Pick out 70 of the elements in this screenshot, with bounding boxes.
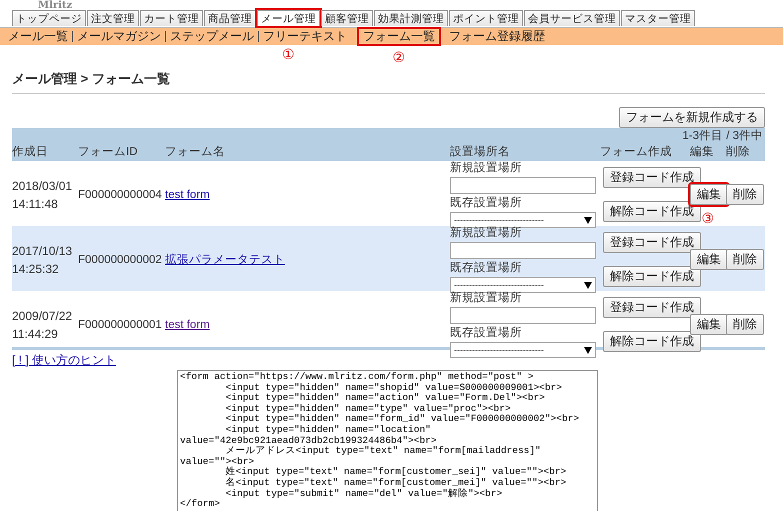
cancel-code-button[interactable]: 解除コード作成 xyxy=(603,201,701,222)
dropdown-arrow-icon xyxy=(584,346,592,354)
nav-tab[interactable]: 会員サービス管理 xyxy=(524,10,620,26)
column-header: フォーム名 xyxy=(165,144,226,159)
delete-button[interactable]: 削除 xyxy=(726,184,764,205)
nav-tab[interactable]: カート管理 xyxy=(140,10,203,26)
edit-button[interactable]: 編集 xyxy=(690,184,728,205)
date-cell-text: 2018/03/01 xyxy=(12,178,74,194)
column-header: 作成日 xyxy=(12,144,49,159)
field-label: 既存設置場所 xyxy=(450,261,523,275)
subnav-link[interactable]: メールマガジン xyxy=(73,29,165,44)
field-label: 既存設置場所 xyxy=(450,196,523,210)
location-dropdown[interactable]: ------------------------------ xyxy=(450,342,596,358)
code-field[interactable]: <form action="https://www.mlritz.com/form.php" method="post" > <input type="hidden" name="shopid" value=S000000009001><br> <input type="hidden" name="action" value="Form.Del"><br> <input type="hidden" name="type" value="proc"><br> <input type="hidden" name="form_id" value="F000000000002"><br> <input type="hidden" name="location" value="42e9bc921aead073db2cb199324486b4"><br> メールアドレス<input type="text" name="form[mailaddress]" value=""><br> 姓<input type="text" name="form[customer_sei]" value=""><br> 名<input type="text" name="form[customer_mei]" value=""><br> <input type="submit" name="del" value="解除"><br> </form> xyxy=(177,370,598,511)
dropdown-arrow-icon xyxy=(584,216,592,224)
delete-button[interactable]: 削除 xyxy=(726,314,764,335)
location-dropdown[interactable]: ------------------------------ xyxy=(450,212,596,228)
register-code-button[interactable]: 登録コード作成 xyxy=(603,232,701,253)
time-cell-text: 11:44:29 xyxy=(12,326,59,342)
annotation-number: ① xyxy=(282,46,295,62)
register-code-button[interactable]: 登録コード作成 xyxy=(603,297,701,318)
form-id-cell-text: F000000000002 xyxy=(78,254,163,266)
field-label: 既存設置場所 xyxy=(450,326,523,340)
form-name-link[interactable]: test form xyxy=(165,318,210,330)
time-cell-text: 14:11:48 xyxy=(12,196,59,212)
column-header: 設置場所名 xyxy=(450,144,511,159)
subnav-link[interactable]: メール一覧 xyxy=(4,29,72,44)
nav-tab[interactable]: メール管理 xyxy=(257,10,320,26)
date-cell-text: 2017/10/13 xyxy=(12,242,74,260)
column-header: フォーム作成 xyxy=(600,144,673,159)
field-label: 新規設置場所 xyxy=(450,161,523,175)
form-id-cell-text: F000000000001 xyxy=(78,318,163,330)
location-dropdown[interactable]: ------------------------------ xyxy=(450,277,596,293)
subnav-link[interactable]: フォーム一覧 xyxy=(359,29,439,44)
nav-tab[interactable]: 顧客管理 xyxy=(321,10,373,26)
form-name-link[interactable]: 拡張パラメータテスト xyxy=(165,254,285,266)
register-code-button[interactable]: 登録コード作成 xyxy=(603,167,701,188)
subnav-link[interactable]: フォーム登録履歴 xyxy=(445,29,549,44)
page-title: メール管理 > フォーム一覧 xyxy=(12,62,765,94)
annotation-number: ③ xyxy=(702,210,714,226)
cancel-code-button[interactable]: 解除コード作成 xyxy=(603,266,701,287)
location-name-field[interactable] xyxy=(450,307,596,324)
create-form-button[interactable]: フォームを新規作成する xyxy=(619,107,765,128)
nav-tab[interactable]: マスター管理 xyxy=(621,10,695,26)
logo: Mlritz xyxy=(38,0,74,10)
subnav-link[interactable]: ステップメール xyxy=(166,29,258,44)
subnav-link[interactable]: フリーテキスト xyxy=(259,29,351,44)
nav-tab[interactable]: トップページ xyxy=(12,10,86,26)
nav-tab[interactable]: 効果計測管理 xyxy=(374,10,448,26)
field-label: 新規設置場所 xyxy=(450,226,523,240)
edit-button[interactable]: 編集 xyxy=(690,314,728,335)
delete-button[interactable]: 削除 xyxy=(726,249,764,270)
date-cell-text: 2009/07/22 xyxy=(12,308,74,324)
dropdown-arrow-icon xyxy=(584,282,592,288)
location-name-field[interactable] xyxy=(450,177,596,194)
column-header: 編集 xyxy=(690,144,715,159)
result-count: 1-3件目 / 3件中 xyxy=(682,128,763,143)
column-header: フォームID xyxy=(78,145,138,159)
field-label: 新規設置場所 xyxy=(450,291,523,305)
location-name-field[interactable] xyxy=(450,242,596,259)
edit-button[interactable]: 編集 xyxy=(690,249,728,270)
form-id-cell-text: F000000000004 xyxy=(78,188,163,200)
cancel-code-button[interactable]: 解除コード作成 xyxy=(603,331,701,352)
annotation-number: ② xyxy=(392,49,406,65)
time-cell-text: 14:25:32 xyxy=(12,260,60,278)
nav-tab[interactable]: 注文管理 xyxy=(87,10,139,26)
form-name-link[interactable]: test form xyxy=(165,188,210,200)
column-header: 削除 xyxy=(726,144,751,159)
nav-tab[interactable]: 商品管理 xyxy=(204,10,256,26)
nav-tab[interactable]: ポイント管理 xyxy=(449,10,523,26)
